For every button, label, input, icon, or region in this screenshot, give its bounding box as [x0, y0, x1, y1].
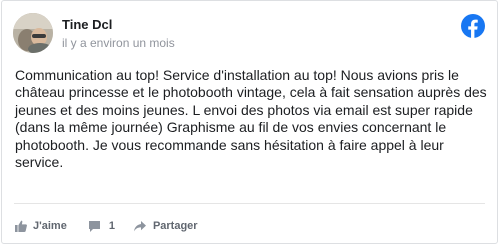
avatar-photo: [13, 13, 53, 53]
share-arrow-icon: [133, 220, 146, 231]
divider: [14, 203, 485, 204]
like-button[interactable]: J'aime: [15, 220, 67, 232]
share-label: Partager: [152, 220, 198, 232]
share-button[interactable]: Partager: [133, 220, 198, 232]
timestamp[interactable]: il y a environ un mois: [62, 36, 175, 50]
review-text: Communication au top! Service d'installa…: [15, 67, 487, 171]
like-label: J'aime: [33, 220, 67, 232]
comment-count: 1: [108, 220, 115, 232]
thumbs-up-icon: [15, 220, 27, 232]
comment-icon: [88, 220, 100, 232]
author-name[interactable]: Tine Dcl: [62, 17, 112, 32]
facebook-logo-icon[interactable]: [461, 14, 485, 38]
review-card: Tine Dcl il y a environ un mois Communic…: [1, 0, 498, 244]
action-bar: J'aime 1 Partager: [15, 217, 198, 235]
comment-button[interactable]: 1: [88, 220, 115, 233]
avatar[interactable]: [13, 13, 53, 53]
